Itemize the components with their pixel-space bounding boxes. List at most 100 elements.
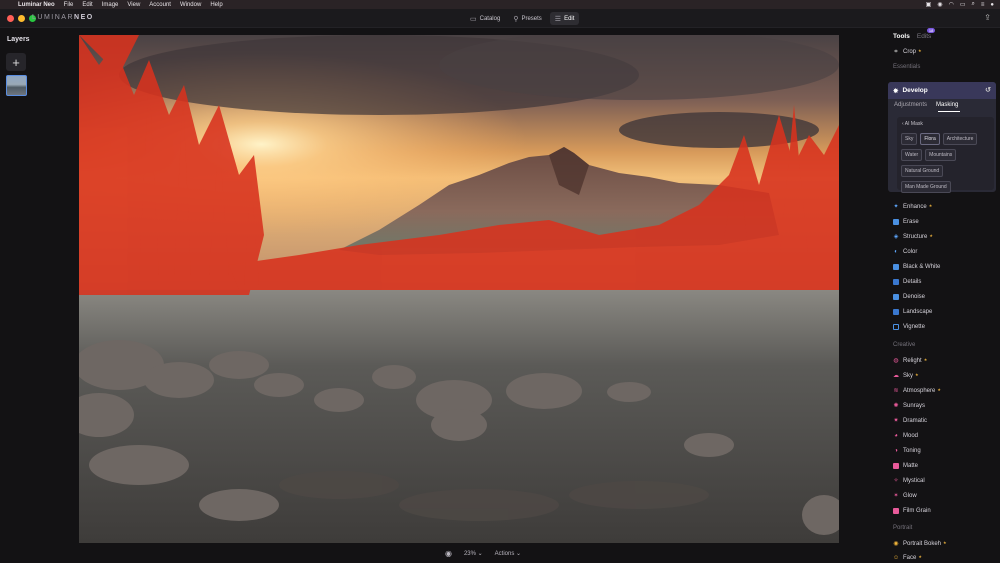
add-layer-button[interactable]: + bbox=[6, 53, 26, 71]
denoise-icon bbox=[893, 294, 899, 300]
portrait-bokeh-icon: ◉ bbox=[893, 541, 899, 547]
mask-chip-mountains[interactable]: Mountains bbox=[925, 149, 957, 161]
tool-glow[interactable]: ✶ Glow bbox=[893, 491, 916, 501]
menu-account[interactable]: Account bbox=[149, 2, 171, 8]
edit-tab[interactable]: ☰ Edit bbox=[549, 12, 580, 25]
erase-icon bbox=[893, 219, 899, 225]
app-logo: LUMINARNEO bbox=[32, 14, 94, 21]
tool-atmosphere[interactable]: ≋ Atmosphere ★ bbox=[893, 386, 941, 396]
mask-chip-water[interactable]: Water bbox=[901, 149, 923, 161]
menu-image[interactable]: Image bbox=[102, 2, 119, 8]
presets-icon: ⚲ bbox=[513, 15, 519, 23]
tool-film-grain[interactable]: Film Grain bbox=[893, 506, 931, 516]
mode-switcher: ▭ Catalog ⚲ Presets ☰ Edit bbox=[465, 12, 580, 25]
mask-chip-sky[interactable]: Sky bbox=[901, 133, 918, 145]
photo-canvas[interactable] bbox=[79, 35, 839, 543]
canvas-toolbar: ◉ 23% ⌄ Actions ⌄ bbox=[79, 543, 887, 563]
tab-tools[interactable]: Tools bbox=[893, 33, 910, 40]
star-icon: ★ bbox=[918, 47, 922, 53]
sky-icon: ☁ bbox=[893, 373, 899, 379]
tool-mood[interactable]: ◕ Mood bbox=[893, 431, 918, 441]
black-white-icon bbox=[893, 264, 899, 270]
structure-icon: ◈ bbox=[893, 234, 899, 240]
close-window-button[interactable] bbox=[7, 15, 14, 22]
status-tray: ▣ ◉ ◠ ▭ ⌕ ≡ ● bbox=[926, 0, 994, 9]
star-icon: ★ bbox=[929, 232, 933, 238]
share-icon[interactable]: ⇪ bbox=[984, 13, 991, 22]
mood-icon: ◕ bbox=[894, 433, 898, 439]
color-icon: ◐ bbox=[894, 249, 898, 255]
presets-tab[interactable]: ⚲ Presets bbox=[508, 12, 546, 25]
portrait-section-title: Portrait bbox=[893, 525, 913, 531]
macos-menu-bar: Luminar Neo File Edit Image View Account… bbox=[0, 0, 1000, 9]
wifi-icon[interactable]: ◠ bbox=[949, 1, 954, 8]
actions-dropdown[interactable]: Actions ⌄ bbox=[495, 550, 521, 557]
sliders-icon: ☰ bbox=[554, 15, 562, 23]
app-title-bar: LUMINARNEO ▭ Catalog ⚲ Presets ☰ Edit ⇪ bbox=[0, 9, 1000, 28]
tool-relight[interactable]: ◍ Relight ★ bbox=[893, 356, 927, 366]
tool-sky[interactable]: ☁ Sky ★ bbox=[893, 371, 919, 381]
tool-vignette[interactable]: Vignette bbox=[893, 322, 925, 332]
crop-icon: ⌗ bbox=[894, 49, 898, 55]
tool-crop[interactable]: ⌗ Crop ★ bbox=[893, 47, 922, 57]
mask-chip-man-made-ground[interactable]: Man Made Ground bbox=[901, 181, 951, 193]
menu-app[interactable]: Luminar Neo bbox=[18, 2, 55, 8]
menu-file[interactable]: File bbox=[64, 2, 74, 8]
mask-chips: Sky Flora Architecture Water Mountains N… bbox=[901, 133, 993, 193]
tool-toning[interactable]: ◑ Toning bbox=[893, 446, 921, 456]
tool-details[interactable]: Details bbox=[893, 277, 921, 287]
sun-icon: ✸ bbox=[893, 87, 899, 95]
star-icon: ★ bbox=[943, 539, 947, 545]
mask-chip-natural-ground[interactable]: Natural Ground bbox=[901, 165, 944, 177]
tool-landscape[interactable]: Landscape bbox=[893, 307, 932, 317]
toning-icon: ◑ bbox=[894, 448, 898, 454]
tool-mystical[interactable]: ✧ Mystical bbox=[893, 476, 924, 486]
minimize-window-button[interactable] bbox=[18, 15, 25, 22]
status-icon[interactable]: ▣ bbox=[926, 1, 932, 8]
essentials-section-title: Essentials bbox=[893, 64, 921, 70]
tool-structure[interactable]: ◈ Structure ★ bbox=[893, 232, 933, 242]
menu-help[interactable]: Help bbox=[210, 2, 222, 8]
mask-chip-architecture[interactable]: Architecture bbox=[942, 133, 978, 145]
tab-edits[interactable]: Edits 18 bbox=[917, 28, 936, 40]
ai-mask-panel: ‹ AI Mask Sky Flora Architecture Water M… bbox=[897, 117, 994, 193]
film-grain-icon bbox=[893, 508, 899, 514]
star-icon: ★ bbox=[937, 386, 941, 392]
vignette-icon bbox=[893, 324, 899, 330]
menu-edit[interactable]: Edit bbox=[82, 2, 92, 8]
folder-icon: ▭ bbox=[470, 15, 477, 23]
menu-view[interactable]: View bbox=[127, 2, 140, 8]
star-icon: ★ bbox=[928, 202, 933, 208]
tool-face[interactable]: ☺ Face ★ bbox=[893, 553, 922, 563]
tool-dramatic[interactable]: ✷ Dramatic bbox=[893, 416, 927, 426]
tool-black-white[interactable]: Black & White bbox=[893, 262, 940, 272]
layer-thumbnail[interactable] bbox=[6, 75, 27, 96]
reset-icon[interactable]: ↺ bbox=[985, 86, 991, 94]
relight-icon: ◍ bbox=[893, 358, 899, 364]
mask-chip-flora[interactable]: Flora bbox=[920, 133, 940, 145]
develop-header[interactable]: ✸ Develop ↺ bbox=[888, 82, 996, 99]
tab-masking[interactable]: Masking bbox=[936, 102, 958, 108]
tool-denoise[interactable]: Denoise bbox=[893, 292, 925, 302]
tool-sunrays[interactable]: ✺ Sunrays bbox=[893, 401, 925, 411]
eye-icon[interactable]: ◉ bbox=[445, 549, 452, 558]
status-icon[interactable]: ◉ bbox=[937, 1, 942, 8]
tool-color[interactable]: ◐ Color bbox=[893, 247, 917, 257]
catalog-tab[interactable]: ▭ Catalog bbox=[465, 12, 505, 25]
details-icon bbox=[893, 279, 899, 285]
ai-mask-back[interactable]: ‹ AI Mask bbox=[902, 121, 923, 127]
tool-matte[interactable]: Matte bbox=[893, 461, 918, 471]
zoom-dropdown[interactable]: 23% ⌄ bbox=[464, 550, 483, 557]
tool-portrait-bokeh[interactable]: ◉ Portrait Bokeh ★ bbox=[893, 539, 947, 549]
tab-adjustments[interactable]: Adjustments bbox=[894, 102, 927, 108]
tool-enhance[interactable]: ✦ Enhance ★ bbox=[893, 202, 932, 212]
tool-erase[interactable]: Erase bbox=[893, 217, 919, 227]
battery-icon[interactable]: ▭ bbox=[960, 1, 966, 8]
control-center-icon[interactable]: ≡ bbox=[981, 2, 985, 8]
layers-title: Layers bbox=[7, 36, 30, 43]
siri-icon[interactable]: ● bbox=[990, 2, 994, 8]
search-icon[interactable]: ⌕ bbox=[971, 1, 974, 8]
edits-count-badge: 18 bbox=[926, 28, 936, 33]
menu-window[interactable]: Window bbox=[180, 2, 201, 8]
glow-icon: ✶ bbox=[893, 493, 899, 499]
